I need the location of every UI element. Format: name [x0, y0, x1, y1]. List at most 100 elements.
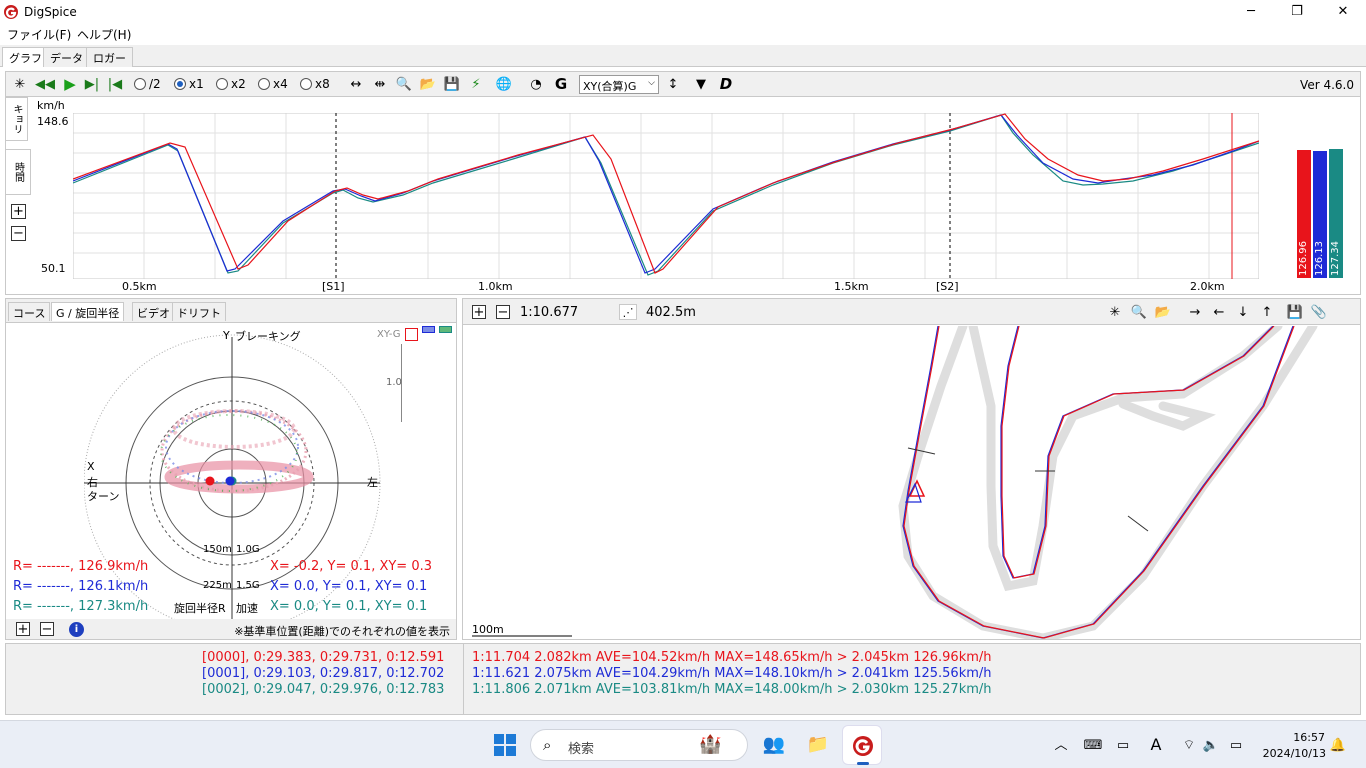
step-back-icon[interactable]: |◀	[107, 76, 123, 92]
zoom-out-icon[interactable]: −	[496, 305, 510, 319]
tab-g-radius[interactable]: G / 旋回半径	[51, 302, 125, 321]
arrow-left-icon[interactable]: ←	[1211, 304, 1227, 320]
keyboard-icon[interactable]: ⌨	[1084, 737, 1103, 753]
volume-icon[interactable]: 🔈	[1202, 737, 1220, 753]
zoom-in-icon[interactable]: +	[16, 622, 30, 636]
distance-value: 402.5m	[646, 305, 696, 320]
paperclip-icon[interactable]: 📎	[1311, 304, 1327, 320]
step-forward-icon[interactable]: ▶|	[84, 76, 100, 92]
speed-bar-blue: 126.13	[1313, 151, 1327, 278]
map-scale-label: 100m	[472, 623, 504, 636]
chevron-up-icon[interactable]: ︿	[1053, 737, 1069, 753]
notification-bell-icon[interactable]: 🔔	[1330, 737, 1346, 753]
lap-time-value: 1:10.677	[520, 305, 579, 320]
main-tab-bar: グラフ データ ロガー	[0, 45, 1366, 67]
open-folder-icon[interactable]: 📂	[419, 76, 437, 92]
vertical-range-icon[interactable]: ↕	[665, 76, 681, 92]
zoom-in-icon[interactable]: +	[472, 305, 486, 319]
title-bar: DigSpice ─ ❐ ✕	[0, 0, 1366, 23]
g-readout-blue: X= 0.0, Y= 0.1, XY= 0.1	[270, 579, 428, 594]
minimize-button[interactable]: ─	[1228, 0, 1274, 23]
maximize-button[interactable]: ❐	[1274, 0, 1320, 23]
ime-icon[interactable]: A	[1148, 736, 1164, 754]
reset-icon[interactable]: ✳	[1107, 304, 1123, 320]
search-file-icon[interactable]: 🔍	[1131, 304, 1147, 320]
series-teal-line	[73, 114, 1259, 276]
marker-down-icon[interactable]: ▼	[693, 76, 709, 92]
sector-times-red: [0000], 0:29.383, 0:29.731, 0:12.591	[202, 650, 445, 665]
legend-red-box[interactable]	[405, 328, 418, 341]
g-circle-chart	[84, 334, 381, 619]
save-icon[interactable]: 💾	[443, 76, 461, 92]
play-icon[interactable]: ▶	[62, 76, 78, 92]
arrow-right-icon[interactable]: →	[1187, 304, 1203, 320]
globe-icon[interactable]: 🌐	[495, 76, 513, 92]
digspice-taskbar-button[interactable]	[842, 725, 882, 765]
teams-icon[interactable]: 👥	[762, 733, 786, 757]
legend-blue-box[interactable]	[422, 326, 435, 333]
monitor-icon[interactable]: ▭	[1114, 737, 1132, 753]
speed-x8-radio[interactable]	[300, 78, 312, 90]
menu-help[interactable]: ヘルプ(H)	[77, 26, 131, 43]
axis-x-label: X	[87, 460, 95, 473]
legend-teal-box[interactable]	[439, 326, 452, 333]
tab-drift[interactable]: ドリフト	[172, 302, 226, 321]
tab-course[interactable]: コース	[8, 302, 51, 321]
speed-x4-radio[interactable]	[258, 78, 270, 90]
clock-date[interactable]: 2024/10/13	[1260, 747, 1326, 760]
speed-half-radio[interactable]	[134, 78, 146, 90]
speed-x2-radio[interactable]	[216, 78, 228, 90]
sector-times-blue: [0001], 0:29.103, 0:29.817, 0:12.702	[202, 666, 445, 681]
tab-graph[interactable]: グラフ	[2, 47, 49, 67]
active-indicator	[857, 762, 869, 765]
wifi-icon[interactable]: ⌔	[1180, 737, 1198, 753]
speed-x8-label: x8	[315, 77, 330, 91]
search-icon: ⌕	[543, 736, 552, 754]
speed-x1[interactable]: x1	[174, 77, 204, 91]
close-button[interactable]: ✕	[1320, 0, 1366, 23]
tab-logger[interactable]: ロガー	[86, 47, 133, 67]
speed-x8[interactable]: x8	[300, 77, 330, 91]
speed-x1-radio[interactable]	[174, 78, 186, 90]
file-explorer-icon[interactable]: 📁	[806, 733, 830, 757]
taskbar-search[interactable]: ⌕ 検索 🏰	[530, 729, 748, 761]
speed-x2[interactable]: x2	[216, 77, 246, 91]
zoom-out-icon[interactable]: −	[11, 226, 26, 241]
arrow-down-icon[interactable]: ↓	[1235, 304, 1251, 320]
save-icon[interactable]: 💾	[1287, 304, 1303, 320]
tab-data[interactable]: データ	[43, 47, 90, 67]
rewind-icon[interactable]: ◀◀	[35, 76, 55, 92]
speed-x4[interactable]: x4	[258, 77, 288, 91]
battery-icon[interactable]: ▭	[1226, 737, 1246, 753]
shrink-horizontal-icon[interactable]: ⇹	[371, 76, 389, 92]
speed-bar-red-value: 126.96	[1298, 241, 1309, 276]
g-button[interactable]: G	[553, 76, 569, 92]
g15-label: 1.5G	[236, 580, 260, 591]
d-button[interactable]: D	[718, 76, 734, 92]
tab-time[interactable]: 時間	[6, 149, 31, 195]
gauge-icon[interactable]: ◔	[527, 76, 545, 92]
sync-icon[interactable]: ⚡	[467, 76, 485, 92]
tab-distance[interactable]: キョリ	[6, 97, 28, 141]
info-icon[interactable]: i	[69, 622, 84, 637]
search-file-icon[interactable]: 🔍	[395, 76, 413, 92]
app-logo-icon	[853, 736, 873, 756]
windows-start-icon[interactable]	[494, 734, 516, 756]
xy-mode-select[interactable]: XY(合算)G ⌵	[579, 75, 659, 94]
tab-video[interactable]: ビデオ	[132, 302, 175, 321]
g-readout-teal: X= 0.0, Y= 0.1, XY= 0.1	[270, 599, 428, 614]
speed-half-label: /2	[149, 77, 161, 91]
clock-time[interactable]: 16:57	[1287, 731, 1325, 744]
expand-horizontal-icon[interactable]: ↔	[347, 76, 365, 92]
speed-half[interactable]: /2	[134, 77, 161, 91]
speed-bar-teal: 127.34	[1329, 149, 1343, 278]
zoom-in-icon[interactable]: +	[11, 204, 26, 219]
open-folder-icon[interactable]: 📂	[1155, 304, 1171, 320]
zoom-out-icon[interactable]: −	[40, 622, 54, 636]
menu-file[interactable]: ファイル(F)	[7, 26, 71, 43]
reset-icon[interactable]: ✳	[12, 76, 28, 92]
arrow-up-icon[interactable]: ↑	[1259, 304, 1275, 320]
search-placeholder: 検索	[568, 742, 595, 757]
distance-measure-icon[interactable]: ⋰	[619, 304, 637, 320]
speed-bar-teal-value: 127.34	[1330, 241, 1341, 276]
